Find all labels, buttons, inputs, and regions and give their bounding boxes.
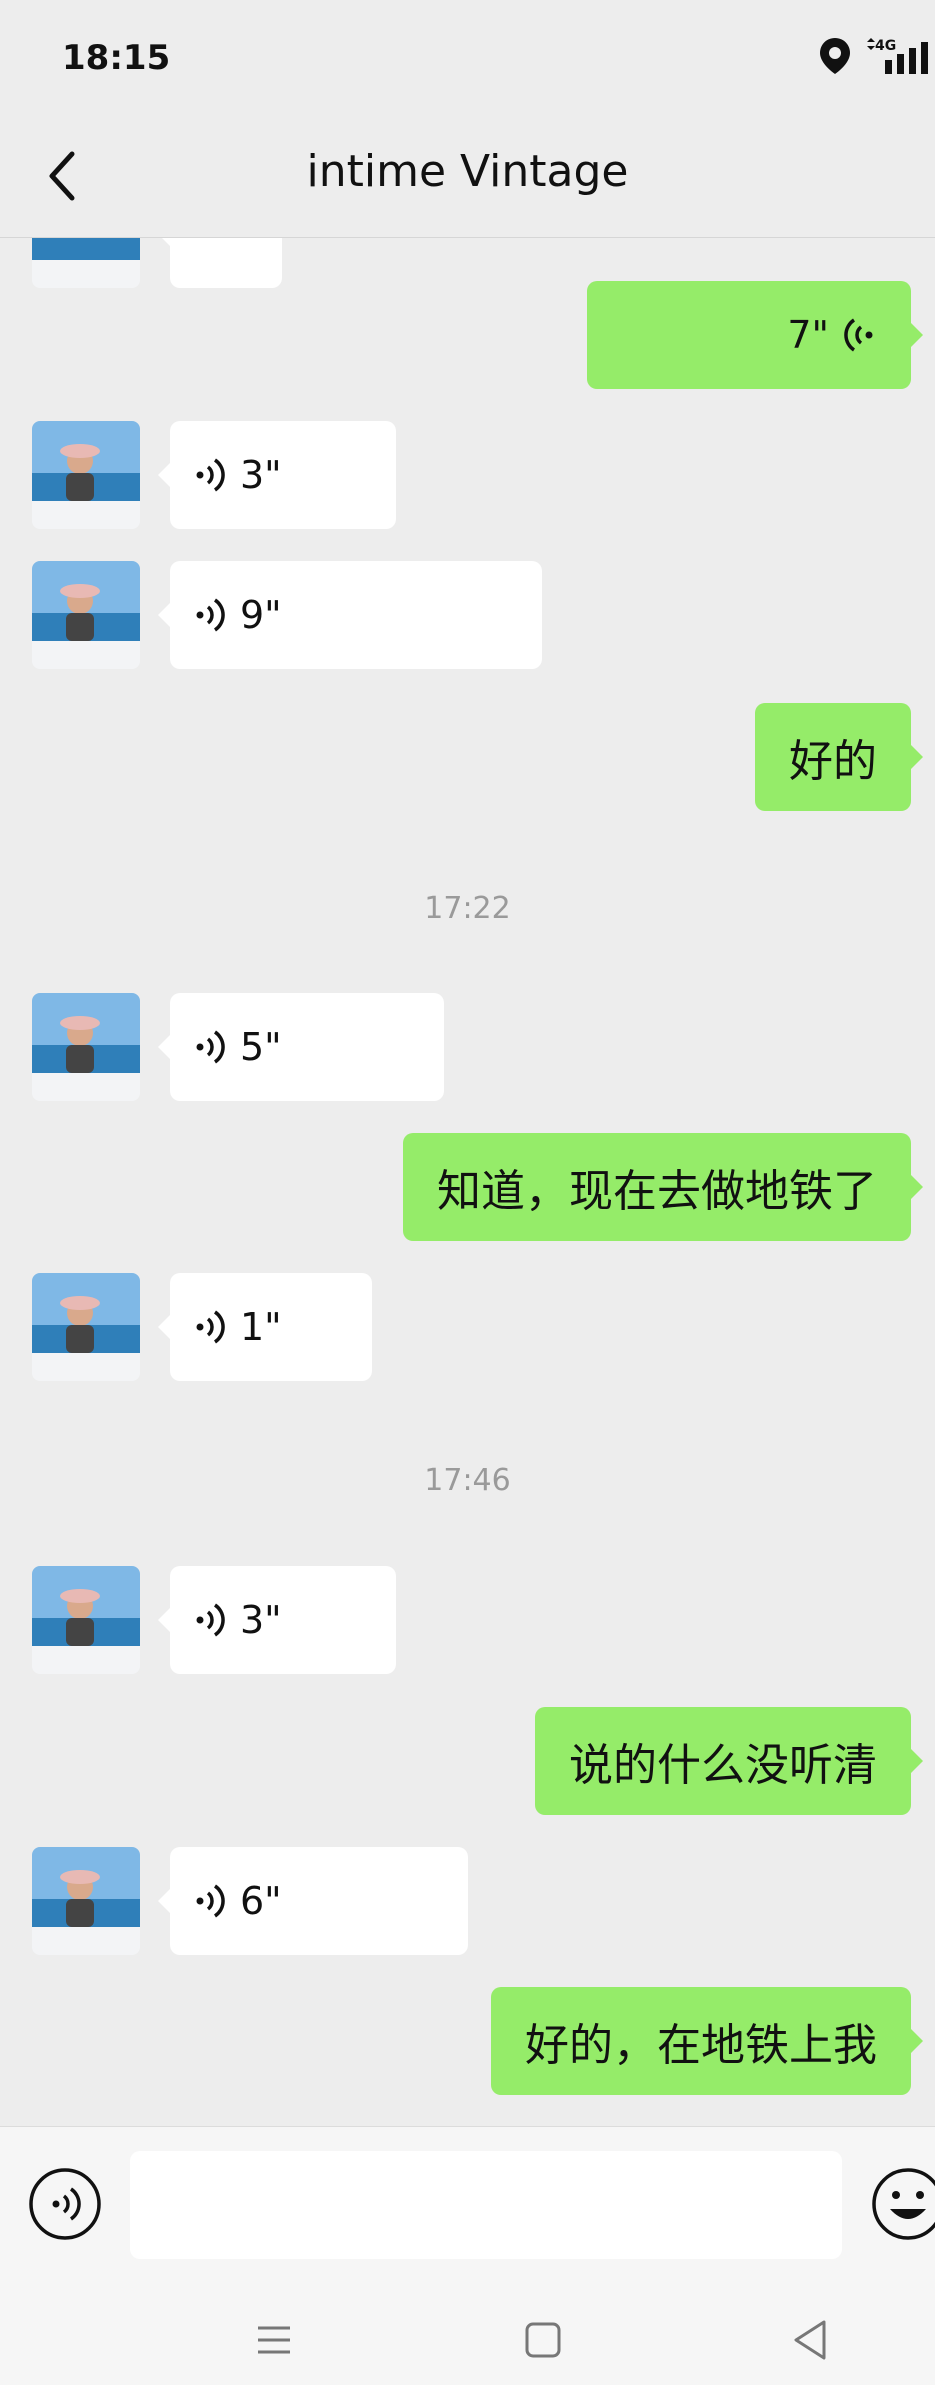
voice-wave-icon [196,1310,225,1344]
home-key-icon[interactable] [513,2310,573,2370]
voice-duration: 6" [240,1879,282,1923]
system-nav-bar [0,2290,935,2385]
voice-wave-icon [196,1884,225,1918]
message-input[interactable] [130,2151,842,2259]
signal-icon: 4G [867,38,928,74]
message-text: 说的什么没听清 [569,1740,877,1791]
contact-avatar[interactable] [32,1847,140,1955]
text-message-outgoing[interactable]: 说的什么没听清 [535,1707,923,1815]
status-bar: 18:15 4G [0,0,935,118]
text-message-outgoing[interactable]: 好的，在地铁上我 [491,1987,923,2095]
input-bar [0,2126,935,2290]
contact-avatar[interactable] [32,993,140,1101]
contact-avatar[interactable] [32,1566,140,1674]
voice-duration: 1" [240,1305,282,1349]
voice-duration: 7" [787,313,829,357]
voice-wave-icon [196,1603,225,1637]
emoji-icon[interactable] [868,2167,935,2241]
message-list[interactable]: 7" 3" 9" 好的 17:22 5" 知道，现在去做地铁了 1" 17:46… [0,238,935,2126]
voice-wave-icon [196,458,225,492]
voice-message-incoming[interactable]: 3" [158,421,396,529]
back-key-icon[interactable] [780,2310,840,2370]
text-message-outgoing[interactable]: 知道，现在去做地铁了 [403,1133,923,1241]
message-text: 知道，现在去做地铁了 [437,1166,877,1217]
text-message-outgoing[interactable]: 好的 [755,703,923,811]
contact-avatar[interactable] [32,561,140,669]
voice-toggle-icon[interactable] [28,2167,102,2241]
voice-wave-icon [844,318,873,352]
chat-header: intime Vintage [0,118,935,238]
contact-avatar[interactable] [32,238,140,288]
contact-avatar[interactable] [32,1273,140,1381]
voice-message-outgoing[interactable]: 7" [587,281,923,389]
network-label: 4G [875,38,896,54]
status-icons: 4G [817,36,935,76]
contact-avatar[interactable] [32,421,140,529]
message-text: 好的 [789,736,877,787]
voice-wave-icon [196,598,225,632]
status-time: 18:15 [62,38,171,78]
message-timestamp: 17:22 [424,891,511,926]
location-icon [820,38,850,74]
voice-duration: 9" [240,593,282,637]
message-text: 好的，在地铁上我 [525,2020,877,2071]
voice-duration: 5" [240,1025,282,1069]
voice-message-incoming[interactable]: 3" [158,1566,396,1674]
voice-message-incoming[interactable]: 9" [158,561,542,669]
voice-message-partial[interactable] [158,238,282,288]
voice-message-incoming[interactable]: 6" [158,1847,468,1955]
message-timestamp: 17:46 [424,1463,511,1498]
chat-title: intime Vintage [306,146,629,197]
menu-key-icon[interactable] [244,2310,304,2370]
voice-message-incoming[interactable]: 5" [158,993,444,1101]
voice-message-incoming[interactable]: 1" [158,1273,372,1381]
voice-duration: 3" [240,453,282,497]
voice-wave-icon [196,1030,225,1064]
voice-duration: 3" [240,1598,282,1642]
